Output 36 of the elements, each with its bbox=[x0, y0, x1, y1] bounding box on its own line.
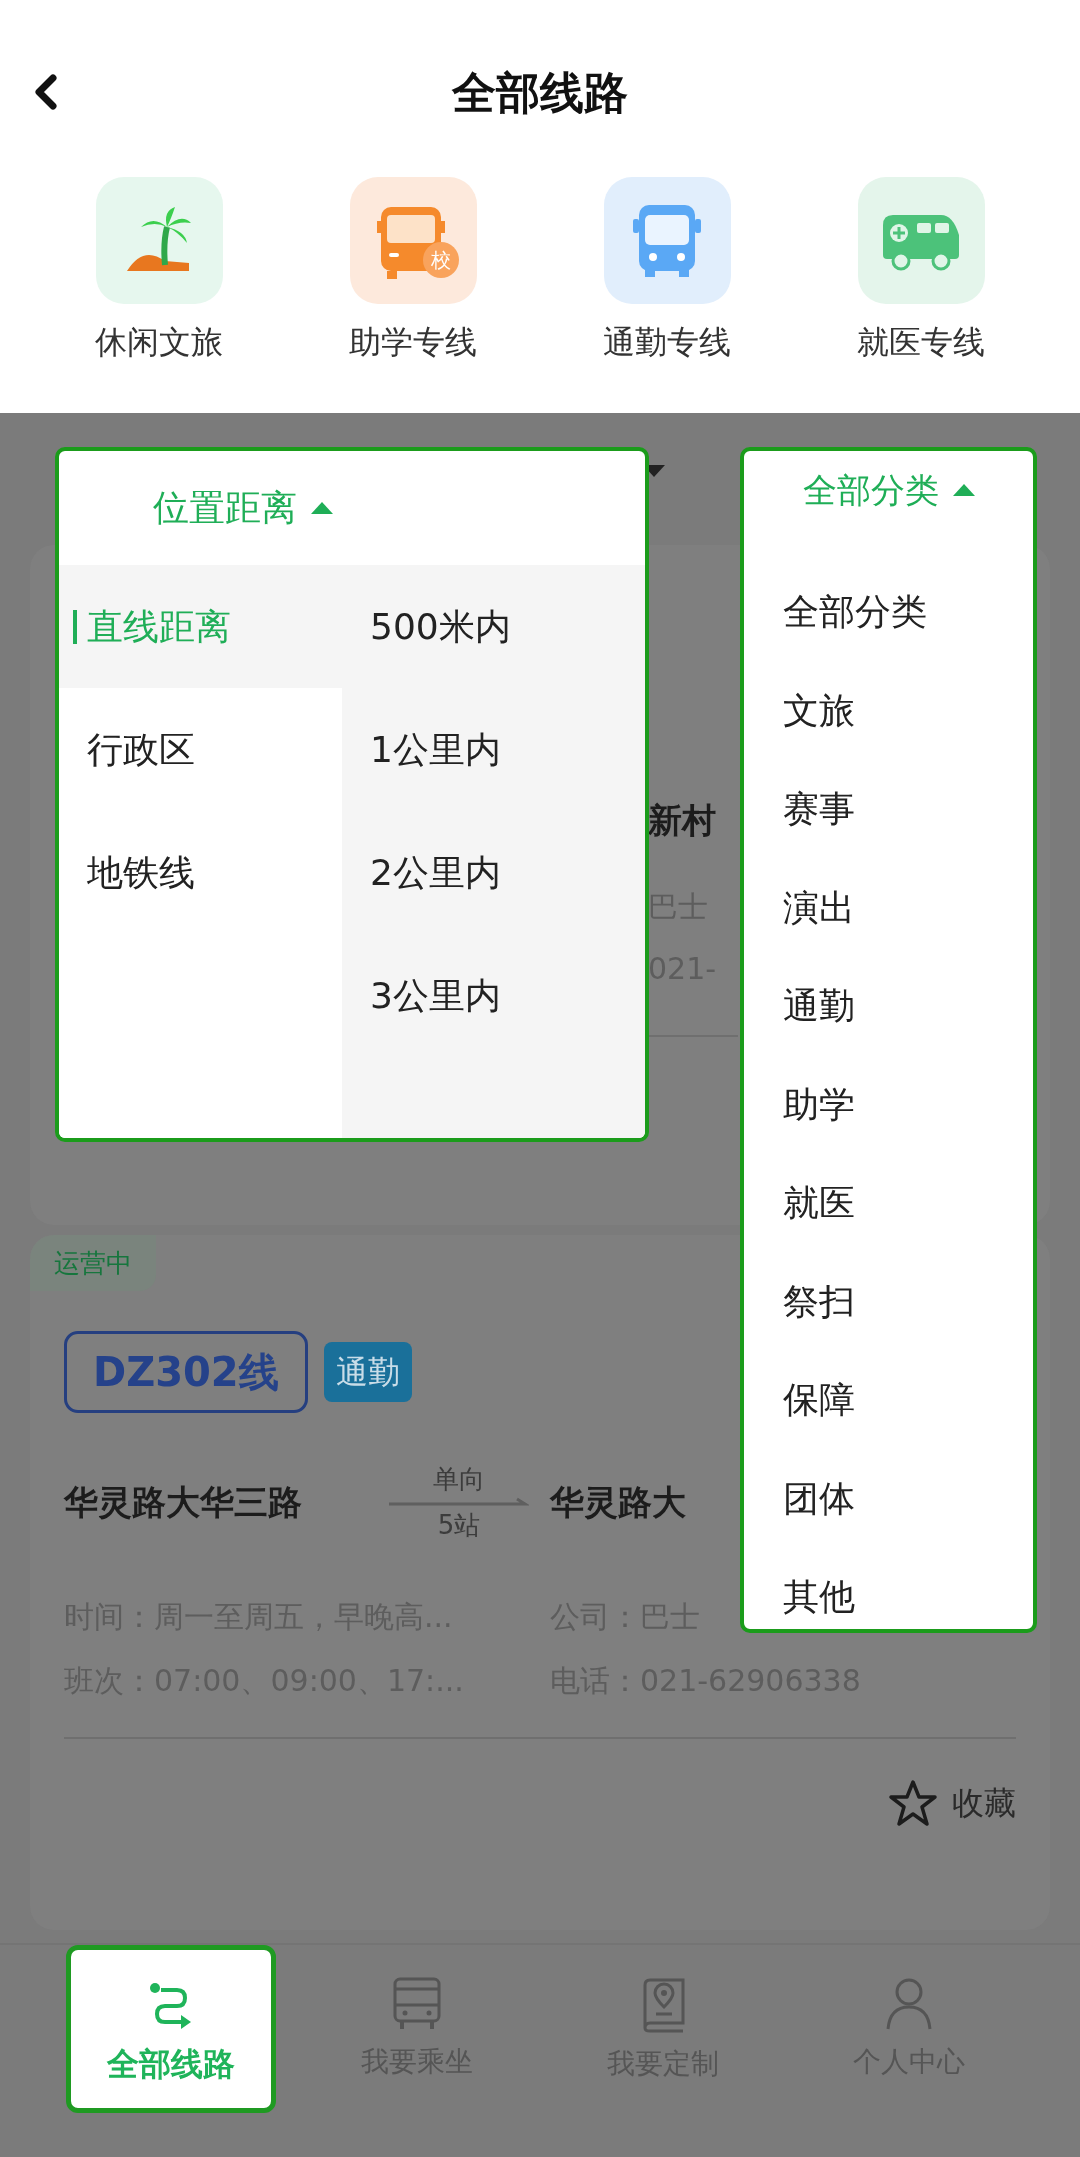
caret-up-icon bbox=[952, 484, 975, 496]
category-option-item[interactable]: 团体 bbox=[744, 1449, 1033, 1548]
category-option-item[interactable]: 文旅 bbox=[744, 661, 1033, 760]
page-title: 全部线路 bbox=[452, 65, 628, 120]
distance-option-item[interactable]: 2公里内 bbox=[342, 811, 645, 934]
stop-count: 5站 bbox=[437, 1509, 481, 1542]
school-badge: 校 bbox=[422, 242, 459, 278]
distance-option-item[interactable]: 1公里内 bbox=[342, 688, 645, 811]
route-name: DZ302线 bbox=[64, 1331, 308, 1413]
category-tag: 通勤 bbox=[323, 1342, 412, 1402]
category-option-item[interactable]: 就医 bbox=[744, 1154, 1033, 1253]
category-button[interactable]: 休闲文旅 bbox=[95, 177, 223, 358]
destination-stop: 华灵路大 bbox=[550, 1480, 686, 1524]
category-option-item[interactable]: 演出 bbox=[744, 858, 1033, 957]
distance-mode-item[interactable]: 行政区 bbox=[59, 688, 342, 811]
category-option-item[interactable]: 其他 bbox=[744, 1548, 1033, 1629]
category-option-item[interactable]: 赛事 bbox=[744, 760, 1033, 859]
category-option-item[interactable]: 全部分类 bbox=[744, 563, 1033, 662]
origin-stop: 华灵路大华三路 bbox=[64, 1480, 303, 1524]
status-tag: 运营中 bbox=[30, 1235, 156, 1291]
category-button[interactable]: 通勤专线 bbox=[603, 177, 731, 358]
distance-mode-item[interactable]: 地铁线 bbox=[59, 811, 342, 934]
category-option-item[interactable]: 祭扫 bbox=[744, 1252, 1033, 1351]
direction-text: 单向 bbox=[433, 1463, 485, 1496]
category-option-item[interactable]: 通勤 bbox=[744, 957, 1033, 1056]
caret-up-icon bbox=[311, 502, 333, 514]
category-button[interactable]: 校 助学专线 bbox=[349, 177, 477, 358]
distance-option-item[interactable]: 3公里内 bbox=[342, 934, 645, 1057]
category-option-item[interactable]: 助学 bbox=[744, 1055, 1033, 1154]
favorite-button[interactable]: 收藏 bbox=[888, 1779, 1016, 1827]
destination-stop: 新村 bbox=[648, 799, 717, 842]
category-button[interactable]: 就医专线 bbox=[857, 177, 985, 358]
category-option-item[interactable]: 保障 bbox=[744, 1351, 1033, 1450]
person-icon bbox=[885, 1977, 933, 2031]
bus-icon bbox=[392, 1977, 442, 2031]
distance-option-item[interactable]: 500米内 bbox=[342, 565, 645, 688]
